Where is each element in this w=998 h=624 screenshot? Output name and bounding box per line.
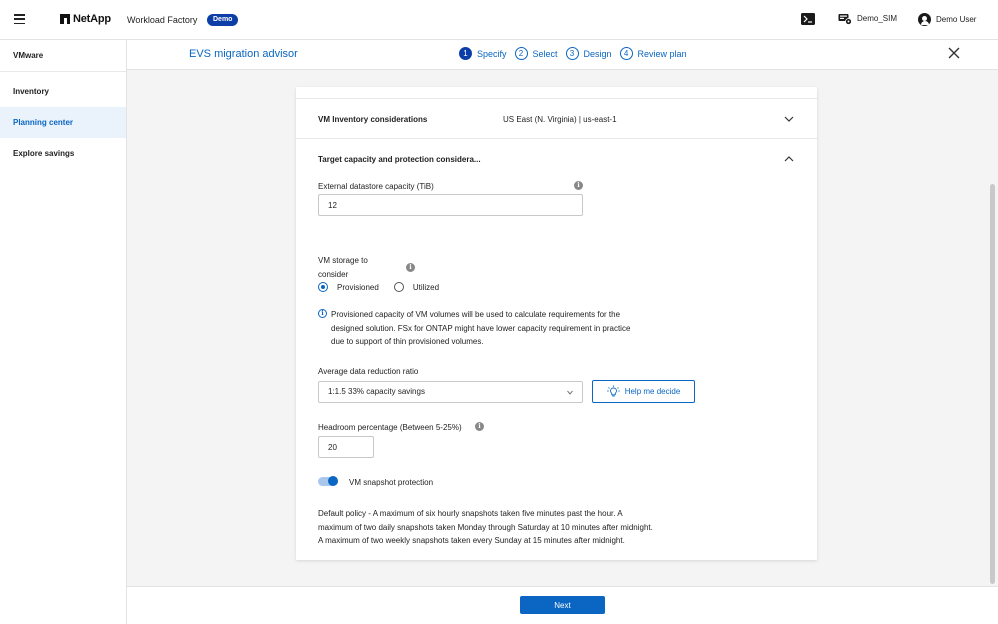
close-icon[interactable] bbox=[947, 46, 961, 60]
inventory-considerations-label: VM Inventory considerations bbox=[318, 115, 428, 124]
considerations-card: VM Inventory considerations US East (N. … bbox=[296, 87, 817, 560]
step-number: 1 bbox=[459, 47, 472, 60]
info-circle-icon: i bbox=[318, 309, 327, 318]
provisioned-label[interactable]: Provisioned bbox=[337, 283, 379, 292]
step-number: 2 bbox=[514, 47, 528, 60]
policy-line: Default policy - A maximum of six hourly… bbox=[318, 509, 623, 518]
info-icon[interactable]: i bbox=[574, 181, 583, 190]
vm-storage-label-line1: VM storage to bbox=[318, 256, 368, 265]
wizard-footer: Next bbox=[127, 586, 998, 624]
page-scrollbar[interactable] bbox=[990, 184, 995, 584]
sidebar-item-vmware[interactable]: VMware bbox=[0, 40, 126, 72]
info-icon[interactable]: i bbox=[475, 422, 484, 431]
help-me-decide-button[interactable]: Help me decide bbox=[592, 380, 695, 403]
utilized-radio[interactable] bbox=[393, 282, 404, 292]
vm-storage-label-line2: consider bbox=[318, 270, 349, 279]
wizard-steps: 1 Specify 2 Select 3 Design 4 Review pla… bbox=[459, 47, 687, 60]
sidebar-item-inventory[interactable]: Inventory bbox=[0, 76, 126, 107]
account-name: Demo_SIM bbox=[857, 14, 898, 23]
headroom-input[interactable] bbox=[318, 436, 374, 458]
step-number: 4 bbox=[619, 47, 633, 60]
sidebar: VMware Inventory Planning center Explore… bbox=[0, 40, 127, 624]
snapshot-protection-label: VM snapshot protection bbox=[349, 478, 434, 487]
step-number: 3 bbox=[565, 47, 579, 60]
storage-note: Provisioned capacity of VM volumes will … bbox=[331, 310, 631, 346]
reduction-ratio-select[interactable]: 1:1.5 33% capacity savings bbox=[318, 381, 583, 403]
wizard-header: EVS migration advisor 1 Specify 2 Select… bbox=[127, 40, 998, 70]
provisioned-radio[interactable] bbox=[318, 282, 328, 292]
step-specify[interactable]: 1 Specify bbox=[459, 47, 507, 60]
chevron-up-icon[interactable] bbox=[784, 154, 794, 164]
user-name: Demo User bbox=[936, 15, 977, 24]
workspace-icon bbox=[838, 14, 852, 25]
vm-storage-radio-group: Provisioned Utilized bbox=[318, 282, 439, 292]
demo-badge: Demo bbox=[207, 14, 239, 26]
brand-name: NetApp bbox=[73, 13, 111, 25]
page-title: EVS migration advisor bbox=[189, 48, 298, 60]
external-datastore-input[interactable] bbox=[318, 194, 583, 216]
step-label: Review plan bbox=[637, 48, 687, 59]
user-menu[interactable]: Demo User bbox=[918, 13, 976, 26]
region-value: US East (N. Virginia) | us-east-1 bbox=[503, 115, 617, 124]
sidebar-item-planning-center[interactable]: Planning center bbox=[0, 107, 126, 138]
sidebar-item-explore-savings[interactable]: Explore savings bbox=[0, 138, 126, 169]
hamburger-menu-icon[interactable] bbox=[14, 14, 25, 24]
step-label: Select bbox=[532, 48, 558, 59]
headroom-label: Headroom percentage (Between 5-25%) bbox=[318, 423, 462, 432]
user-icon bbox=[918, 13, 931, 26]
account-selector[interactable]: Demo_SIM bbox=[838, 12, 897, 25]
policy-line: maximum of two daily snapshots taken Mon… bbox=[318, 522, 653, 532]
step-select[interactable]: 2 Select bbox=[514, 47, 558, 60]
terminal-icon[interactable] bbox=[801, 13, 815, 25]
netapp-logo-icon bbox=[60, 14, 70, 24]
step-label: Specify bbox=[477, 48, 507, 59]
step-label: Design bbox=[583, 48, 612, 59]
reduction-ratio-label: Average data reduction ratio bbox=[318, 367, 419, 376]
info-icon[interactable]: i bbox=[406, 263, 415, 272]
product-name: Workload Factory bbox=[127, 15, 198, 25]
external-datastore-label: External datastore capacity (TiB) bbox=[318, 182, 434, 191]
utilized-label[interactable]: Utilized bbox=[413, 283, 439, 292]
inventory-considerations-header[interactable]: VM Inventory considerations US East (N. … bbox=[296, 99, 817, 139]
lightbulb-icon bbox=[607, 385, 620, 397]
help-me-decide-label: Help me decide bbox=[624, 387, 681, 396]
snapshot-policy-text: Default policy - A maximum of six hourly… bbox=[318, 507, 678, 548]
policy-line: A maximum of two weekly snapshots taken … bbox=[318, 536, 625, 545]
chevron-down-icon[interactable] bbox=[784, 114, 794, 124]
target-capacity-header[interactable]: Target capacity and protection considera… bbox=[296, 139, 817, 179]
step-review-plan[interactable]: 4 Review plan bbox=[619, 47, 687, 60]
caret-down-icon bbox=[567, 390, 573, 395]
target-capacity-label: Target capacity and protection considera… bbox=[318, 155, 481, 164]
reduction-ratio-value: 1:1.5 33% capacity savings bbox=[328, 387, 425, 396]
top-header: NetApp Workload Factory Demo Demo_SIM De… bbox=[0, 0, 998, 40]
netapp-logo[interactable]: NetApp bbox=[60, 13, 111, 25]
next-button[interactable]: Next bbox=[520, 596, 605, 614]
step-design[interactable]: 3 Design bbox=[565, 47, 612, 60]
snapshot-protection-toggle[interactable] bbox=[318, 476, 338, 486]
